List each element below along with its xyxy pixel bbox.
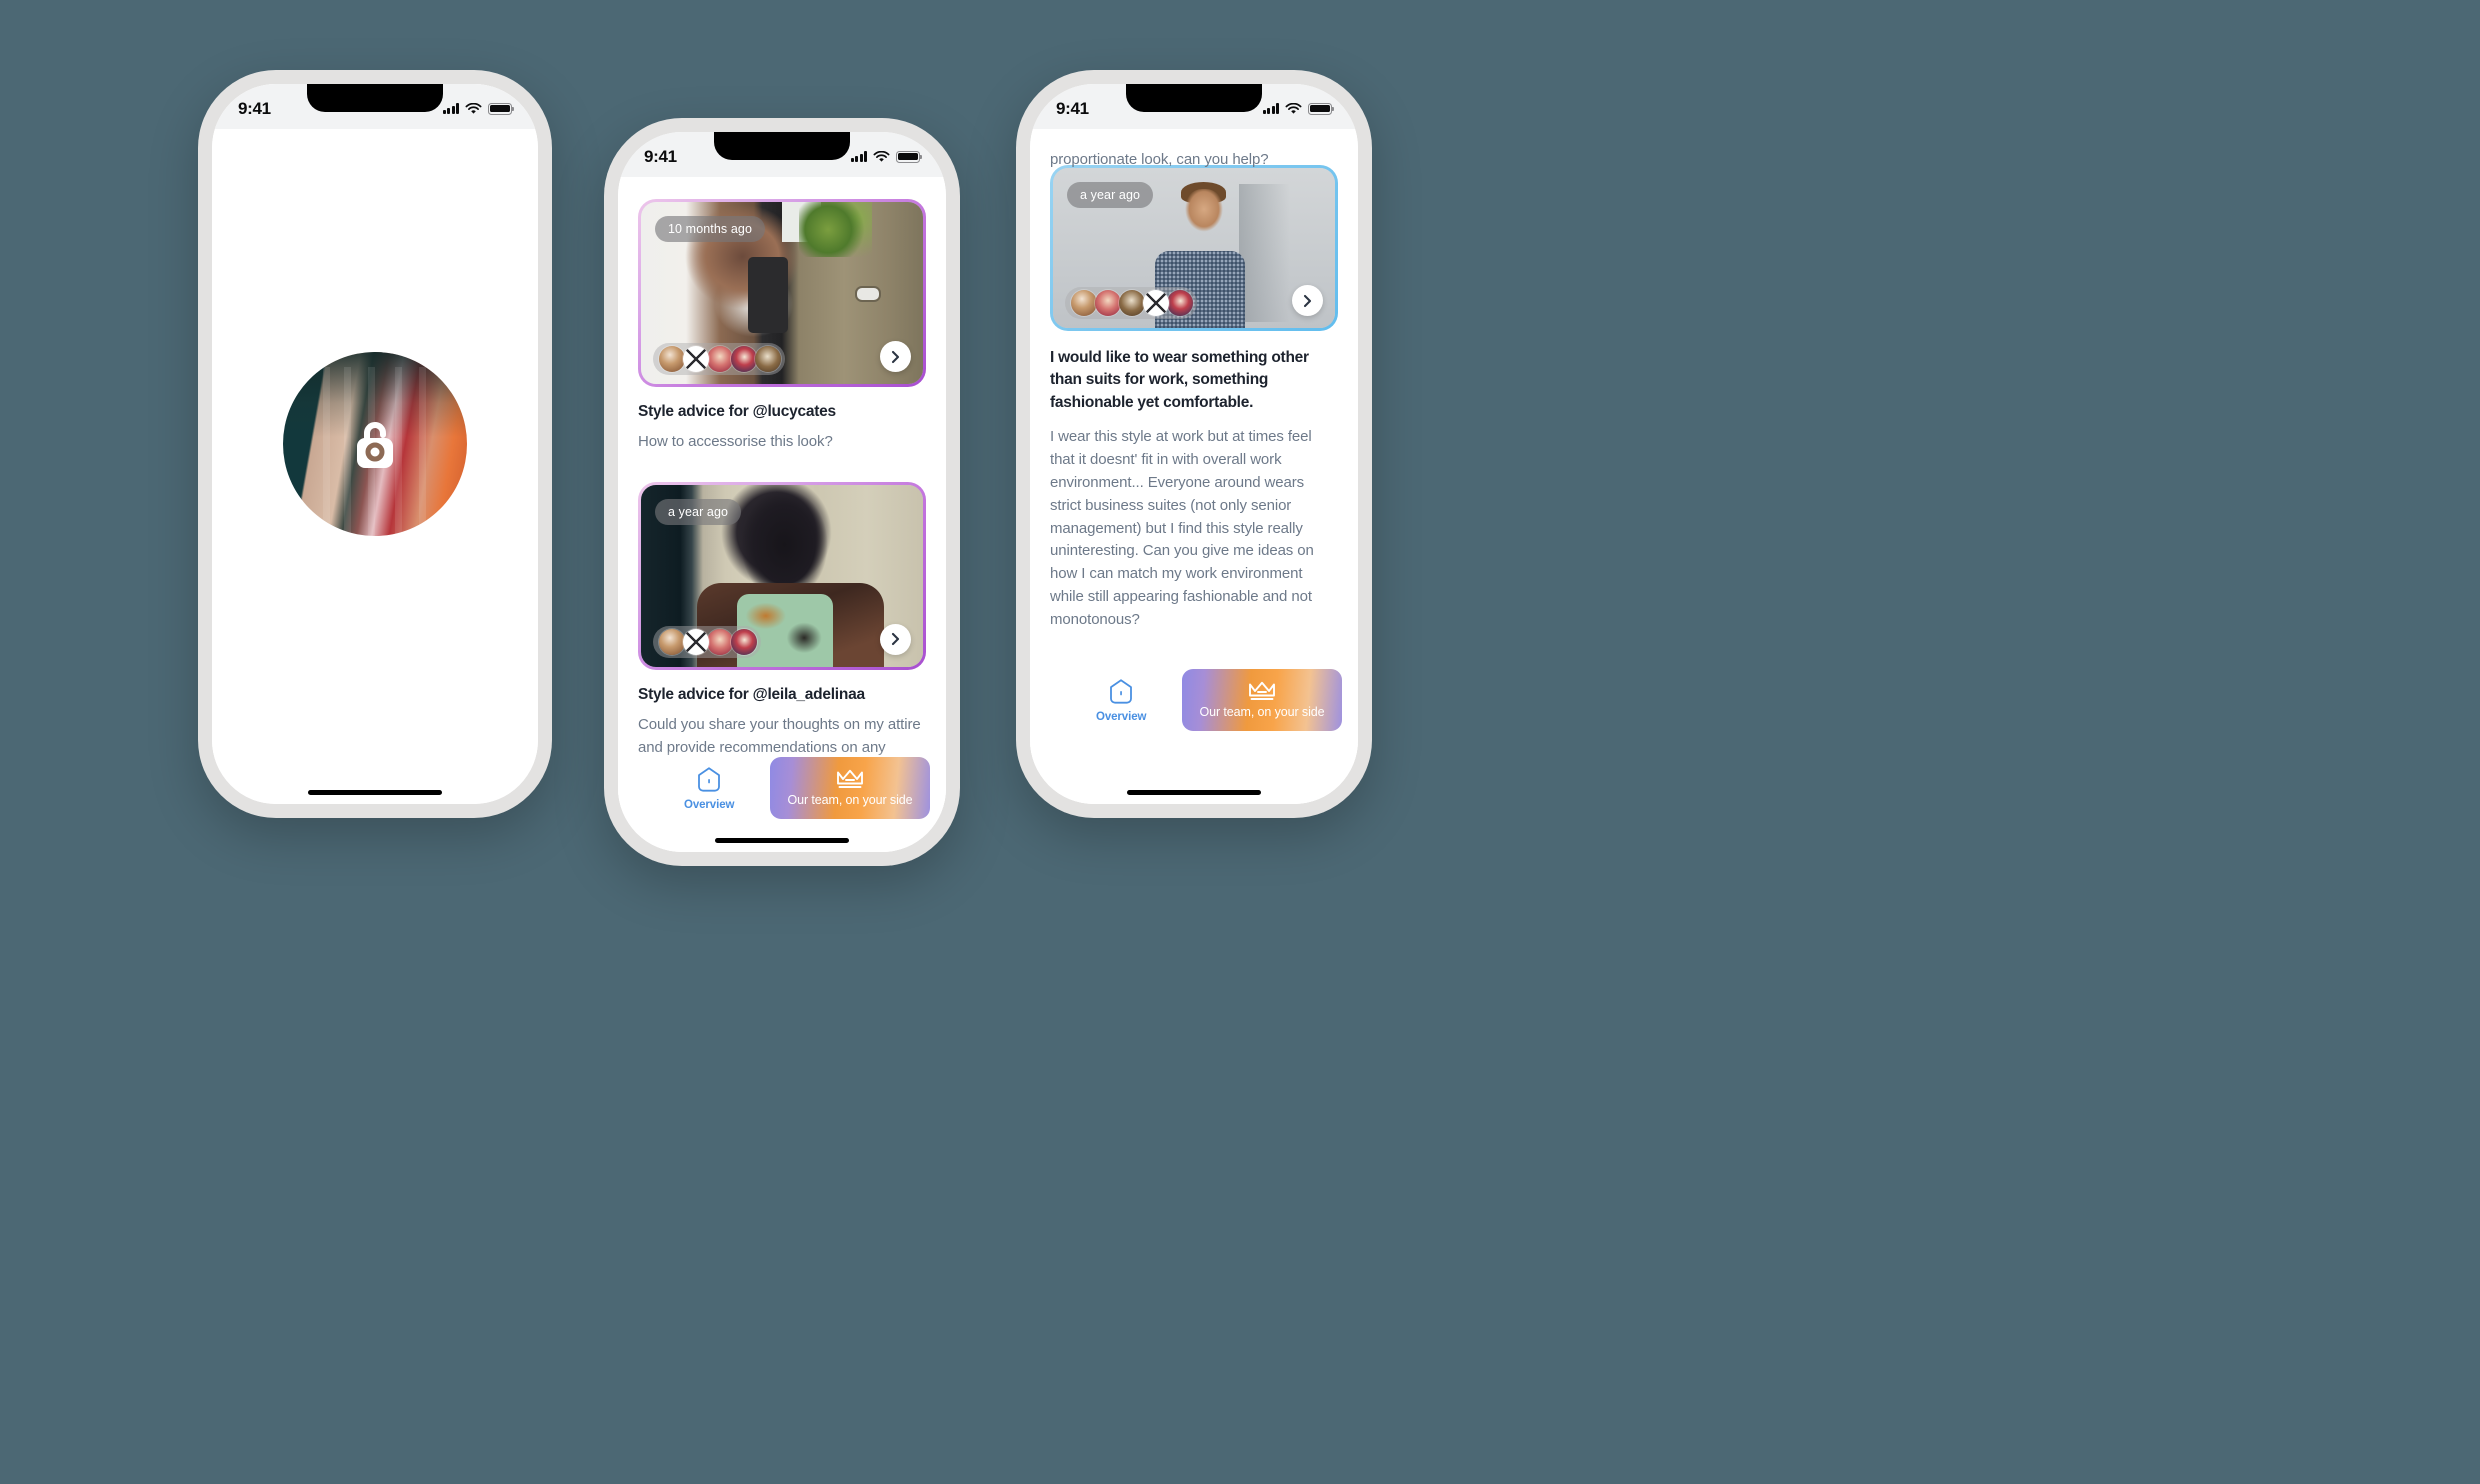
tab-overview[interactable]: Overview bbox=[1096, 678, 1146, 723]
wifi-icon bbox=[873, 150, 890, 162]
device-notch bbox=[1126, 84, 1262, 112]
our-team-cta-button[interactable]: Our team, on your side bbox=[770, 757, 930, 819]
phone-1-screen: 9:41 bbox=[212, 84, 538, 804]
avatar bbox=[1119, 290, 1145, 316]
bottom-tab-bar: Overview Our team, on your side bbox=[1030, 662, 1358, 738]
question-detail: proportionate look, can you help? a year… bbox=[1030, 151, 1358, 632]
bottom-tab-bar: Overview Our team, on your side bbox=[618, 750, 946, 826]
avatar bbox=[1095, 290, 1121, 316]
wifi-icon bbox=[465, 102, 482, 114]
cellular-signal-icon bbox=[850, 151, 867, 162]
crown-icon bbox=[1249, 681, 1275, 700]
avatar bbox=[683, 346, 709, 372]
avatar-cluster[interactable] bbox=[653, 343, 785, 375]
next-button[interactable] bbox=[880, 623, 911, 655]
home-pentagon-icon bbox=[698, 766, 721, 792]
post-feed: 10 months ago Style advice for @lucycate… bbox=[618, 199, 946, 759]
screenshot-stage: 9:41 9:41 10 months ago Style advice for… bbox=[0, 0, 2480, 1484]
post-body: How to accessorise this look? bbox=[638, 433, 833, 450]
status-time: 9:41 bbox=[238, 98, 271, 118]
question-photo: a year ago bbox=[1053, 168, 1335, 328]
phone-3-screen: 9:41 proportionate look, can you help? a… bbox=[1030, 84, 1358, 804]
tab-overview-label: Overview bbox=[1096, 710, 1147, 723]
avatar bbox=[1167, 290, 1193, 316]
avatar bbox=[707, 346, 733, 372]
avatar-cluster[interactable] bbox=[653, 625, 761, 658]
question-heading: I would like to wear something other tha… bbox=[1050, 349, 1309, 411]
home-indicator bbox=[1127, 789, 1261, 795]
home-indicator bbox=[715, 837, 849, 843]
next-button[interactable] bbox=[1292, 285, 1323, 316]
our-team-cta-label: Our team, on your side bbox=[787, 792, 913, 807]
home-pentagon-icon bbox=[1110, 678, 1133, 704]
avatar-cluster[interactable] bbox=[1065, 287, 1197, 319]
tab-overview[interactable]: Overview bbox=[684, 766, 734, 811]
post-title: Style advice for @leila_adelinaa bbox=[638, 685, 865, 703]
phone-mockup-1: 9:41 bbox=[198, 70, 552, 818]
post-card-media[interactable]: 10 months ago bbox=[638, 199, 926, 387]
device-notch bbox=[714, 132, 850, 160]
time-chip: a year ago bbox=[1067, 182, 1154, 208]
next-button[interactable] bbox=[880, 341, 911, 372]
phone-mockup-3: 9:41 proportionate look, can you help? a… bbox=[1016, 70, 1372, 818]
chevron-right-icon bbox=[891, 350, 900, 363]
bottom-bar-fade bbox=[1030, 744, 1358, 804]
status-indicators bbox=[442, 102, 514, 115]
our-team-cta-button[interactable]: Our team, on your side bbox=[1182, 669, 1342, 731]
question-body: I wear this style at work but at times f… bbox=[1050, 428, 1314, 628]
avatar bbox=[731, 628, 757, 655]
battery-icon bbox=[488, 102, 514, 115]
post-photo-1: 10 months ago bbox=[641, 202, 923, 384]
post-photo-2: a year ago bbox=[641, 484, 923, 667]
question-media-card[interactable]: a year ago bbox=[1050, 165, 1338, 331]
cellular-signal-icon bbox=[1262, 103, 1279, 114]
avatar bbox=[1071, 290, 1097, 316]
battery-icon bbox=[896, 150, 922, 163]
status-time: 9:41 bbox=[1056, 98, 1089, 118]
home-indicator bbox=[308, 789, 442, 795]
chevron-right-icon bbox=[891, 633, 900, 646]
avatar bbox=[1143, 290, 1169, 316]
our-team-cta-label: Our team, on your side bbox=[1199, 704, 1325, 719]
status-indicators bbox=[1262, 102, 1334, 115]
avatar bbox=[755, 346, 781, 372]
splash-container bbox=[212, 84, 538, 804]
post-title: Style advice for @lucycates bbox=[638, 403, 836, 420]
cellular-signal-icon bbox=[442, 103, 459, 114]
time-chip: a year ago bbox=[655, 498, 742, 525]
battery-icon bbox=[1308, 102, 1334, 115]
avatar bbox=[731, 346, 757, 372]
phone-mockup-2: 9:41 10 months ago Style advice for @luc… bbox=[604, 118, 960, 866]
phone-2-screen: 9:41 10 months ago Style advice for @luc… bbox=[618, 132, 946, 852]
crown-icon bbox=[837, 769, 863, 788]
device-notch bbox=[307, 84, 443, 112]
clothing-rack-photo bbox=[283, 352, 467, 536]
status-indicators bbox=[850, 150, 922, 163]
chevron-right-icon bbox=[1303, 294, 1312, 307]
avatar bbox=[683, 628, 709, 655]
avatar bbox=[707, 628, 733, 655]
avatar bbox=[659, 628, 685, 655]
avatar bbox=[659, 346, 685, 372]
tab-overview-label: Overview bbox=[684, 798, 735, 811]
time-chip: 10 months ago bbox=[655, 216, 765, 242]
padlock-logo-icon bbox=[357, 422, 393, 468]
wifi-icon bbox=[1285, 102, 1302, 114]
post-card-media[interactable]: a year ago bbox=[638, 481, 926, 670]
status-time: 9:41 bbox=[644, 146, 677, 166]
